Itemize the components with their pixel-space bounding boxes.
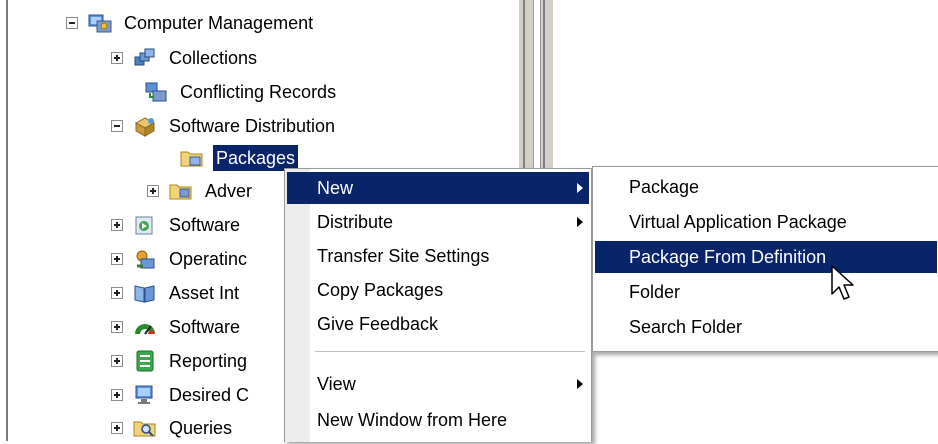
menu-item-transfer-site-settings[interactable]: Transfer Site Settings: [287, 240, 589, 272]
tree-node-label: Computer Management: [124, 13, 314, 33]
tree-node-label: Software: [169, 317, 241, 337]
queries-icon: [133, 417, 157, 439]
tree-node-label: Operatinc: [169, 249, 248, 269]
tree-node-conflicting-records[interactable]: Conflicting Records: [144, 77, 339, 107]
submenu-item-search-folder[interactable]: Search Folder: [595, 311, 937, 343]
collapse-icon[interactable]: [66, 17, 78, 29]
tree-node-packages[interactable]: Packages: [180, 143, 299, 173]
tree-node-label: Asset Int: [169, 283, 240, 303]
expand-icon[interactable]: [111, 52, 123, 64]
menu-item-give-feedback[interactable]: Give Feedback: [287, 308, 589, 340]
submenu-arrow-icon: [577, 217, 583, 227]
tree-node-label: Reporting: [169, 351, 248, 371]
tree-node-queries[interactable]: Queries: [111, 413, 235, 443]
tree-node-software-updates[interactable]: Software: [111, 210, 243, 240]
tree-node-operating-system[interactable]: Operatinc: [111, 244, 250, 274]
conflicting-records-icon: [144, 81, 168, 103]
context-menu: New Distribute Transfer Site Settings Co…: [284, 168, 592, 442]
tree-node-software-metering[interactable]: Software: [111, 312, 243, 342]
submenu-arrow-icon: [577, 379, 583, 389]
expand-icon[interactable]: [111, 355, 123, 367]
tree-node-collections[interactable]: Collections: [111, 43, 260, 73]
expand-icon[interactable]: [111, 287, 123, 299]
tree-node-label: Software Distribution: [169, 116, 336, 136]
tree-node-label: Queries: [169, 418, 233, 438]
software-distribution-icon: [133, 115, 157, 137]
pane-splitter[interactable]: [519, 0, 553, 180]
tree-node-advertisements[interactable]: Adver: [147, 176, 255, 206]
menu-separator: [315, 351, 585, 352]
tree-node-reporting[interactable]: Reporting: [111, 346, 250, 376]
submenu-item-package[interactable]: Package: [595, 171, 937, 203]
menu-item-view[interactable]: View: [287, 368, 589, 400]
expand-icon[interactable]: [111, 389, 123, 401]
collapse-icon[interactable]: [111, 120, 123, 132]
submenu-item-virtual-application-package[interactable]: Virtual Application Package: [595, 206, 937, 238]
submenu-arrow-icon: [577, 183, 583, 193]
new-submenu: Package Virtual Application Package Pack…: [592, 166, 938, 352]
advertisements-icon: [169, 180, 193, 202]
mouse-pointer-icon: [831, 265, 854, 300]
submenu-item-folder[interactable]: Folder: [595, 276, 937, 308]
expand-icon[interactable]: [111, 253, 123, 265]
tree-node-computer-management[interactable]: Computer Management: [66, 8, 316, 38]
tree-node-label: Adver: [205, 181, 253, 201]
desired-configuration-icon: [133, 384, 157, 406]
software-metering-icon: [133, 316, 157, 338]
submenu-item-package-from-definition[interactable]: Package From Definition: [595, 241, 937, 273]
expand-icon[interactable]: [111, 321, 123, 333]
tree-node-label: Desired C: [169, 385, 250, 405]
tree-node-label: Collections: [169, 48, 258, 68]
tree-node-desired-configuration[interactable]: Desired C: [111, 380, 252, 410]
expand-icon[interactable]: [111, 219, 123, 231]
reporting-icon: [133, 350, 157, 372]
expand-icon[interactable]: [111, 422, 123, 434]
tree-node-label: Software: [169, 215, 241, 235]
tree-node-label: Conflicting Records: [180, 82, 337, 102]
expand-icon[interactable]: [147, 185, 159, 197]
asset-intelligence-icon: [133, 282, 157, 304]
menu-item-copy-packages[interactable]: Copy Packages: [287, 274, 589, 306]
packages-folder-icon: [180, 147, 204, 169]
menu-item-distribute[interactable]: Distribute: [287, 206, 589, 238]
menu-item-new-window-from-here[interactable]: New Window from Here: [287, 404, 589, 436]
tree-node-asset-intelligence[interactable]: Asset Int: [111, 278, 242, 308]
software-updates-icon: [133, 214, 157, 236]
operating-system-icon: [133, 248, 157, 270]
menu-item-new[interactable]: New: [287, 172, 589, 204]
computer-management-icon: [88, 12, 112, 34]
collections-icon: [133, 47, 157, 69]
tree-node-software-distribution[interactable]: Software Distribution: [111, 111, 338, 141]
